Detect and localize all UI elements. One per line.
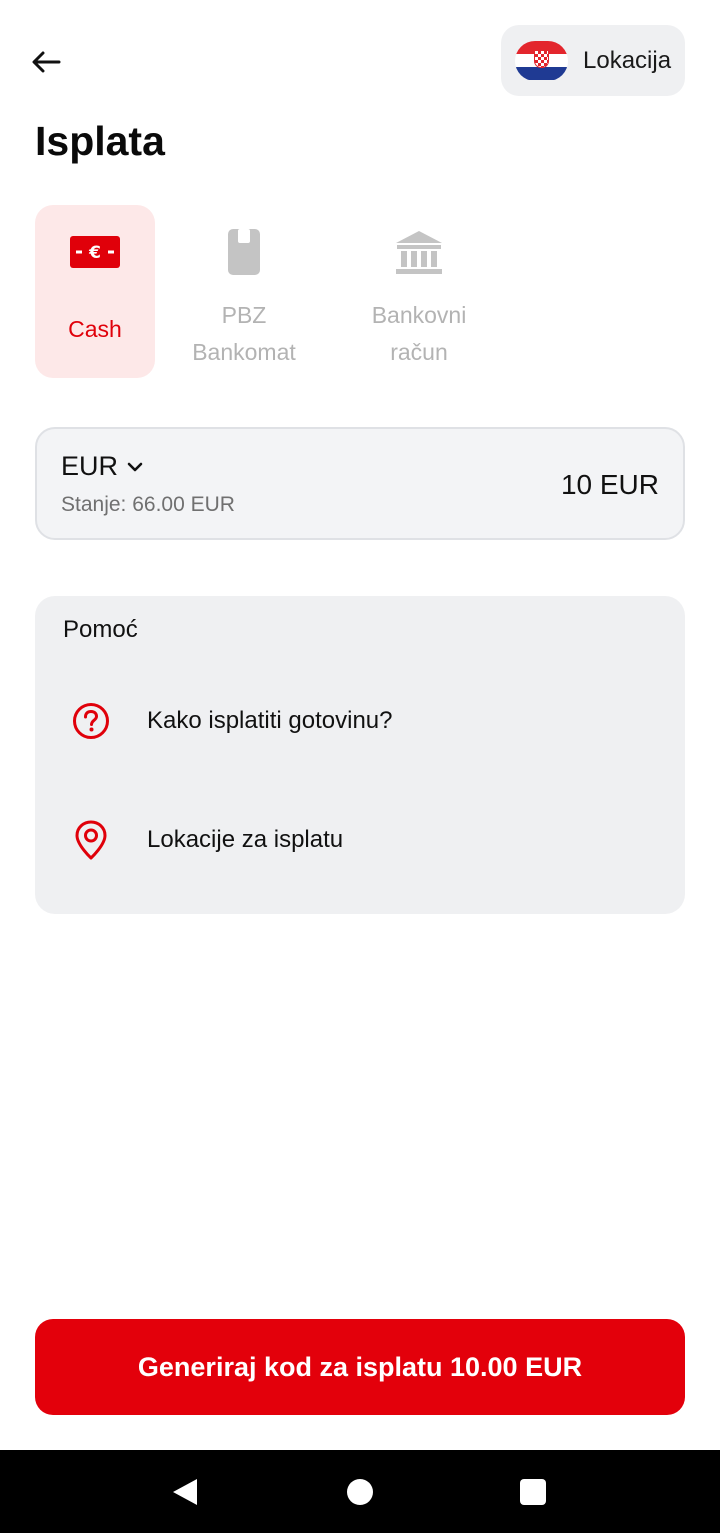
atm-card-icon — [227, 227, 261, 277]
question-circle-icon — [71, 702, 111, 740]
chevron-down-icon — [126, 461, 144, 473]
method-tab-cash[interactable]: € Cash — [35, 205, 155, 378]
help-item-locations[interactable]: Lokacije za isplatu — [35, 800, 685, 880]
back-button[interactable] — [26, 42, 66, 82]
arrow-left-icon — [32, 51, 61, 73]
location-button[interactable]: Lokacija — [501, 25, 685, 96]
help-title: Pomoć — [63, 616, 138, 643]
balance-text: Stanje: 66.00 EUR — [61, 493, 235, 516]
page-title: Isplata — [35, 118, 165, 164]
method-label-bank-account: Bankovni račun — [371, 302, 467, 365]
location-label: Lokacija — [583, 46, 672, 74]
generate-code-button[interactable]: Generiraj kod za isplatu 10.00 EUR — [35, 1319, 685, 1415]
nav-back-icon[interactable] — [167, 1474, 203, 1510]
nav-recent-icon[interactable] — [515, 1474, 551, 1510]
system-nav-bar — [0, 1450, 720, 1533]
help-item-label: Lokacije za isplatu — [147, 826, 344, 853]
currency-dropdown[interactable]: EUR — [61, 451, 144, 482]
nav-home-icon[interactable] — [342, 1474, 378, 1510]
payout-screen: Lokacija Isplata € Cash PBZ Bankomat Ban… — [0, 0, 720, 1533]
method-tab-bank-account[interactable]: Bankovni račun — [355, 205, 483, 378]
bank-building-icon — [394, 227, 444, 277]
svg-text:€: € — [88, 243, 101, 263]
location-pin-icon — [71, 820, 111, 860]
method-tab-atm[interactable]: PBZ Bankomat — [180, 205, 308, 378]
croatia-flag-icon — [515, 40, 568, 81]
amount-panel: EUR Stanje: 66.00 EUR 10 EUR — [35, 427, 685, 540]
help-item-how-to-withdraw[interactable]: Kako isplatiti gotovinu? — [35, 681, 685, 761]
method-label-cash: Cash — [68, 316, 122, 342]
currency-code: EUR — [61, 451, 119, 481]
help-item-label: Kako isplatiti gotovinu? — [147, 707, 393, 734]
amount-input[interactable]: 10 EUR — [561, 469, 659, 501]
method-label-atm: PBZ Bankomat — [192, 302, 296, 365]
help-panel: Pomoć Kako isplatiti gotovinu? Lokacije … — [35, 596, 685, 914]
cash-euro-icon: € — [69, 227, 121, 277]
